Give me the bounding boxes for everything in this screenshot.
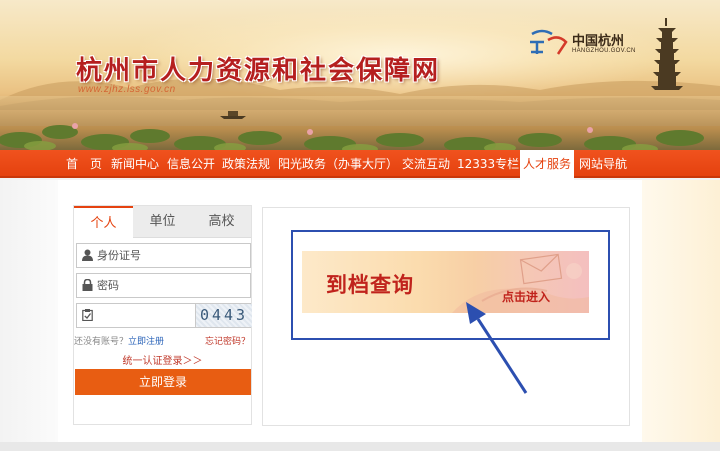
nav-item-home[interactable]: 首 页 [66, 150, 102, 178]
nav-item-interaction[interactable]: 交流互动 [402, 150, 450, 178]
main-nav: 首 页 新闻中心 信息公开 政策法规 阳光政务（办事大厅） 交流互动 12333… [0, 150, 720, 180]
nav-item-site-map[interactable]: 网站导航 [579, 150, 627, 178]
brand-domain: HANGZHOU.GOV.CN [572, 48, 636, 54]
pagoda-icon [651, 18, 683, 90]
nav-item-info-disclosure[interactable]: 信息公开 [167, 150, 215, 178]
user-icon [82, 249, 93, 261]
brand-name: 中国杭州 [572, 34, 625, 49]
login-button[interactable]: 立即登录 [75, 369, 251, 395]
captcha-input[interactable] [97, 306, 192, 325]
captcha-image[interactable]: 0443 [195, 304, 252, 327]
hangzhou-brand[interactable]: 中国杭州 HANGZHOU.GOV.CN [528, 26, 638, 60]
hangzhou-logo-icon [530, 29, 568, 55]
banner-lotus [0, 123, 704, 150]
password-field [76, 273, 251, 298]
clipboard-check-icon [82, 309, 93, 321]
no-account-label: 还没有账号？ [74, 337, 129, 347]
forgot-password-link[interactable]: 忘记密码？ [205, 334, 250, 347]
click-enter-label: 点击进入 [502, 290, 551, 304]
id-number-field [76, 243, 251, 268]
site-title: 杭州市人力资源和社会保障网 [76, 56, 441, 86]
captcha-field: 0443 [76, 303, 252, 328]
tab-university[interactable]: 高校 [192, 206, 251, 238]
footer-strip [0, 442, 720, 451]
tab-company[interactable]: 单位 [133, 206, 192, 238]
no-account-text: 还没有账号？立即注册 [74, 334, 164, 347]
tab-personal[interactable]: 个人 [74, 206, 133, 238]
nav-item-policies[interactable]: 政策法规 [222, 150, 270, 178]
left-gutter [0, 180, 58, 442]
password-input[interactable] [97, 276, 247, 295]
nav-item-service-hall[interactable]: 阳光政务（办事大厅） [278, 150, 398, 178]
lock-icon [82, 279, 93, 291]
archive-query-title: 到档查询 [326, 273, 414, 297]
right-gutter [642, 180, 720, 442]
nav-item-talent-service[interactable]: 人才服务 [520, 150, 575, 180]
site-url: www.zjhz.lss.gov.cn [78, 84, 176, 95]
register-link[interactable]: 立即注册 [128, 337, 164, 347]
id-number-input[interactable] [97, 246, 247, 265]
login-panel: 个人 单位 高校 0443 还没有账号？立即注册 忘记密码？ 统一认证登录＞＞ … [73, 205, 252, 425]
nav-item-news[interactable]: 新闻中心 [111, 150, 159, 178]
nav-item-12333[interactable]: 12333专栏 [457, 150, 519, 178]
header-banner: 杭州市人力资源和社会保障网 www.zjhz.lss.gov.cn 中国杭州 H… [0, 0, 720, 150]
login-links: 还没有账号？立即注册 忘记密码？ [74, 334, 251, 348]
archive-query-banner[interactable]: 到档查询 点击进入 [302, 251, 589, 313]
login-tabs: 个人 单位 高校 [74, 206, 251, 238]
unified-login-link[interactable]: 统一认证登录＞＞ [74, 352, 251, 367]
